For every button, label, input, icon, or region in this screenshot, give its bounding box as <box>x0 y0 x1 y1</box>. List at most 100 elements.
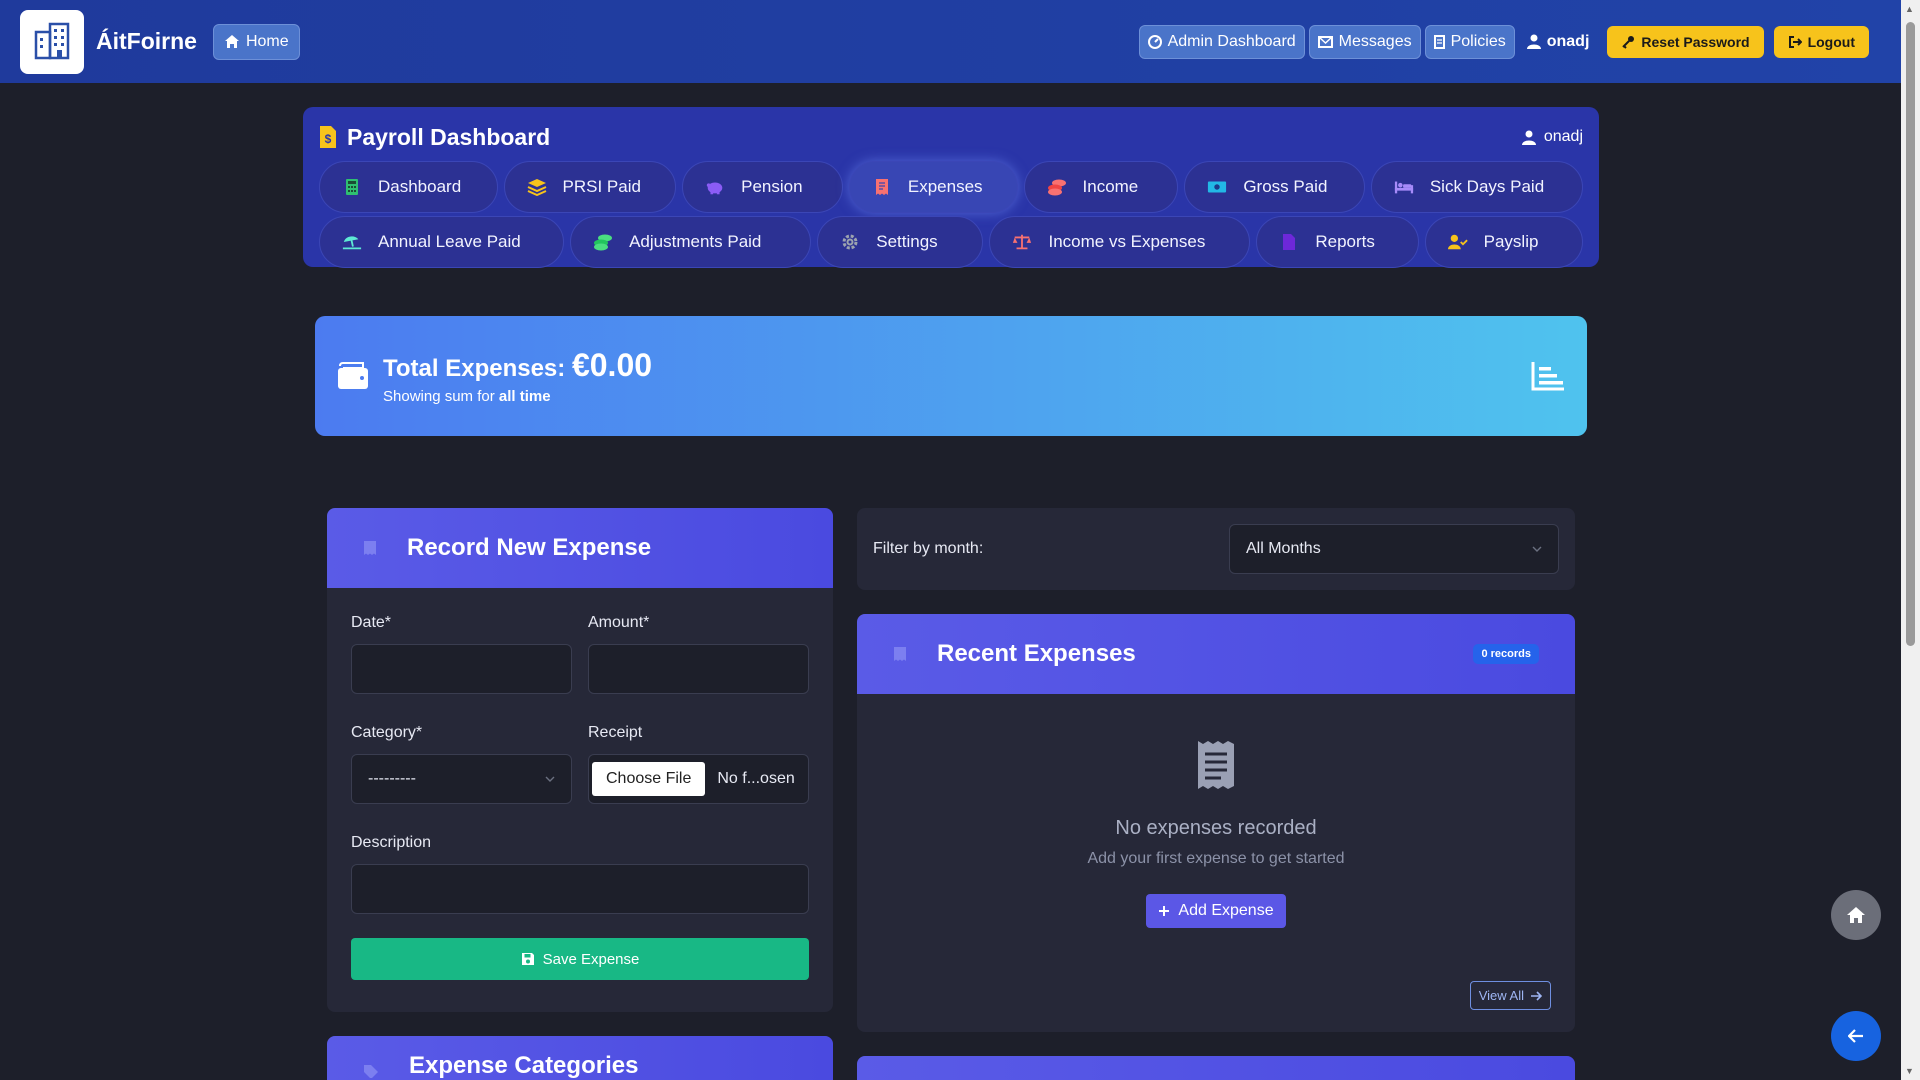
recent-expenses-header: Recent Expenses 0 records <box>857 614 1575 694</box>
month-filter-select[interactable]: All Months <box>1229 524 1559 574</box>
messages-label: Messages <box>1338 32 1412 50</box>
home-icon <box>224 35 239 48</box>
receipt-file-input[interactable]: Choose File No f...osen <box>588 754 809 804</box>
chart-bars-icon <box>1531 362 1564 391</box>
tab-label: Pension <box>741 177 803 196</box>
empty-state: No expenses recorded Add your first expe… <box>857 694 1575 928</box>
scroll-up-icon[interactable]: ▲ <box>1905 4 1914 14</box>
amount-input[interactable] <box>588 644 809 694</box>
tab-label: Settings <box>876 232 938 251</box>
receipt-group: Receipt Choose File No f...osen <box>588 724 809 804</box>
svg-text:$: $ <box>325 132 332 146</box>
recent-expenses-title: Recent Expenses <box>937 640 1136 667</box>
dashboard-title: Payroll Dashboard <box>347 123 551 150</box>
dashboard-username: onadj <box>1543 128 1583 145</box>
tab-payslip[interactable]: Payslip <box>1424 216 1583 268</box>
amount-label: Amount* <box>588 614 650 631</box>
logout-icon <box>1788 35 1802 48</box>
money-bill-icon <box>1207 177 1227 197</box>
scale-balanced-icon <box>1012 232 1032 252</box>
user-icon <box>1526 34 1541 49</box>
date-input[interactable] <box>351 644 572 694</box>
total-expenses-banner: Total Expenses: €0.00 Showing sum for al… <box>315 316 1587 436</box>
view-all-label: View All <box>1478 988 1524 1003</box>
tab-reports[interactable]: Reports <box>1256 216 1419 268</box>
dashboard-user: onadj <box>1521 128 1583 146</box>
tab-label: Sick Days Paid <box>1429 177 1545 196</box>
receipt-icon <box>1198 741 1234 789</box>
tab-prsi-paid[interactable]: PRSI Paid <box>503 161 677 213</box>
brand[interactable]: ÁitFoirne <box>20 9 197 74</box>
user-menu[interactable]: onadj <box>1526 32 1590 51</box>
tab-income[interactable]: Income <box>1023 161 1179 213</box>
tab-annual-leave-paid[interactable]: Annual Leave Paid <box>319 216 565 268</box>
floating-back-button[interactable] <box>1831 1011 1881 1061</box>
tab-income-vs-expenses[interactable]: Income vs Expenses <box>989 216 1251 268</box>
view-all-button[interactable]: View All <box>1469 981 1551 1010</box>
recent-expenses-card: Recent Expenses 0 records No expenses re… <box>857 614 1575 1032</box>
total-sub-period: all time <box>498 388 551 405</box>
tab-adjustments-paid[interactable]: Adjustments Paid <box>570 216 812 268</box>
description-group: Description <box>351 834 809 914</box>
page-scrollbar[interactable]: ▲ ▼ <box>1901 0 1920 1080</box>
form-row: Date* Amount* <box>351 614 809 694</box>
choose-file-button[interactable]: Choose File <box>592 762 706 796</box>
filter-label: Filter by month: <box>873 540 984 557</box>
key-icon <box>1622 35 1635 49</box>
tab-expenses[interactable]: Expenses <box>848 161 1018 213</box>
empty-subtitle: Add your first expense to get started <box>1087 850 1345 867</box>
tab-pension[interactable]: Pension <box>682 161 843 213</box>
chevron-down-icon <box>545 776 555 782</box>
tab-sick-days-paid[interactable]: Sick Days Paid <box>1370 161 1583 213</box>
total-text: Total Expenses: €0.00 Showing sum for al… <box>383 347 652 405</box>
tab-gross-paid[interactable]: Gross Paid <box>1184 161 1365 213</box>
dashboard-header: $ Payroll Dashboard onadj <box>319 117 1583 157</box>
records-count-badge: 0 records <box>1473 644 1539 664</box>
user-icon <box>1521 130 1536 145</box>
file-chart-icon <box>1279 232 1299 252</box>
save-icon <box>521 953 534 965</box>
chevron-down-icon <box>1532 546 1542 552</box>
coins-icon <box>1047 177 1067 197</box>
receipt-label: Receipt <box>588 724 643 741</box>
category-select[interactable]: --------- <box>351 754 572 804</box>
piggy-bank-icon <box>705 177 725 197</box>
tab-settings[interactable]: Settings <box>817 216 984 268</box>
user-check-icon <box>1447 232 1468 252</box>
tab-label: Annual Leave Paid <box>378 232 521 251</box>
scroll-thumb[interactable] <box>1906 22 1915 646</box>
add-expense-button[interactable]: Add Expense <box>1146 894 1286 928</box>
total-subtitle: Showing sum for all time <box>383 388 652 405</box>
tabs-row-2: Annual Leave Paid Adjustments Paid Setti… <box>319 216 1583 268</box>
home-label: Home <box>245 32 289 50</box>
reset-password-button[interactable]: Reset Password <box>1607 25 1764 58</box>
save-expense-button[interactable]: Save Expense <box>351 938 809 980</box>
tab-label: Payslip <box>1483 232 1539 251</box>
admin-dashboard-button[interactable]: Admin Dashboard <box>1138 24 1305 59</box>
tab-label: Adjustments Paid <box>629 232 762 251</box>
username: onadj <box>1546 32 1590 50</box>
filter-card: Filter by month: All Months <box>857 508 1575 590</box>
gauge-icon <box>1147 34 1162 49</box>
policies-button[interactable]: Policies <box>1424 24 1515 59</box>
logout-label: Logout <box>1807 33 1855 50</box>
form-row: Description <box>351 834 809 914</box>
layers-icon <box>527 177 547 197</box>
tab-dashboard[interactable]: Dashboard <box>319 161 498 213</box>
total-amount: €0.00 <box>571 347 653 383</box>
home-button[interactable]: Home <box>212 23 300 60</box>
floating-home-button[interactable] <box>1831 890 1881 940</box>
reset-password-label: Reset Password <box>1641 33 1750 50</box>
messages-button[interactable]: Messages <box>1308 24 1421 59</box>
save-expense-label: Save Expense <box>542 950 640 968</box>
logo <box>20 9 84 74</box>
scroll-down-icon[interactable]: ▼ <box>1905 1066 1914 1076</box>
description-input[interactable] <box>351 864 809 914</box>
logout-button[interactable]: Logout <box>1773 25 1869 58</box>
total-title: Total Expenses: €0.00 <box>383 347 652 384</box>
payroll-dashboard-panel: $ Payroll Dashboard onadj Dashboard PRSI… <box>303 107 1599 268</box>
gear-icon <box>840 232 860 252</box>
tab-label: Gross Paid <box>1243 177 1328 196</box>
date-label: Date* <box>351 614 392 631</box>
expense-form: Date* Amount* Category* --------- Receip… <box>327 588 833 1006</box>
